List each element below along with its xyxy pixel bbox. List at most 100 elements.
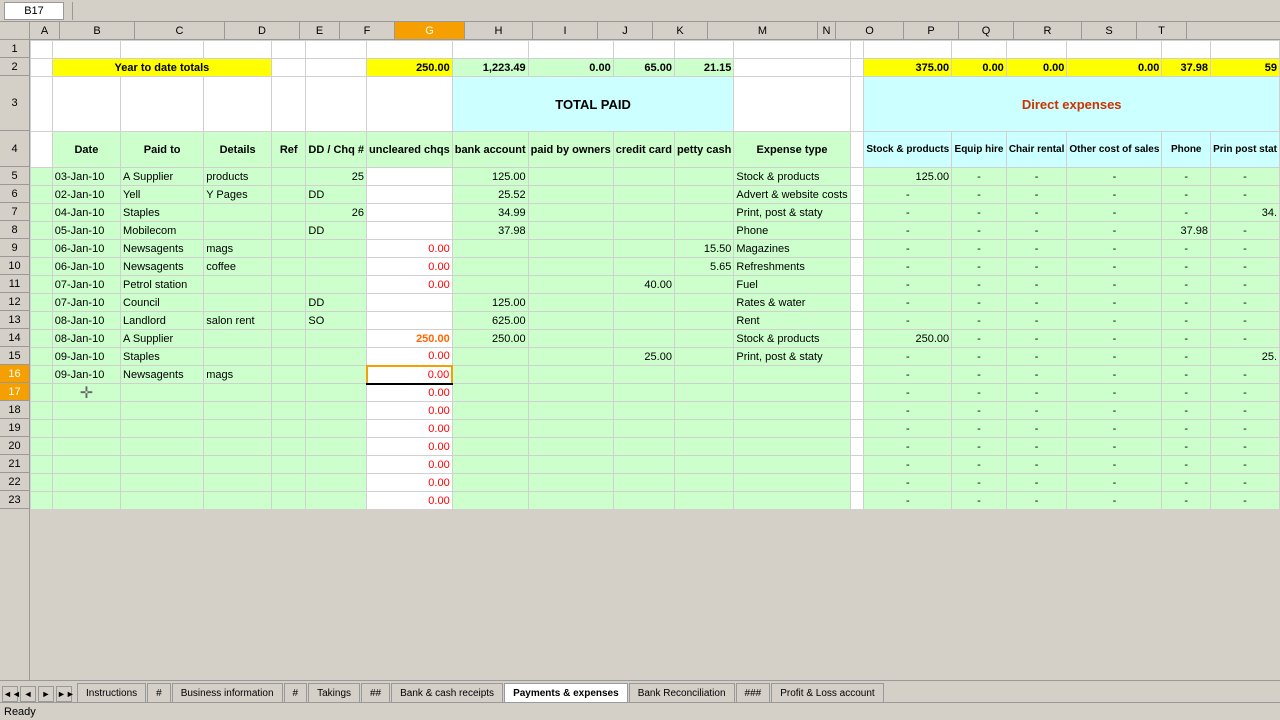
cell-h17[interactable] bbox=[452, 384, 528, 402]
cell-r18[interactable]: - bbox=[1067, 402, 1162, 420]
row-header-8[interactable]: 8 bbox=[0, 221, 29, 239]
col-header-r[interactable]: R bbox=[1014, 22, 1082, 39]
cell-g14[interactable]: 250.00 bbox=[367, 330, 453, 348]
col-header-b[interactable]: B bbox=[60, 22, 135, 39]
cell-c15[interactable]: Staples bbox=[121, 348, 204, 366]
cell-q20[interactable]: - bbox=[1006, 438, 1067, 456]
tab-next-arrow[interactable]: ► bbox=[38, 686, 54, 702]
cell-k7[interactable] bbox=[674, 204, 733, 222]
cell-j9[interactable] bbox=[613, 240, 674, 258]
cell-r1[interactable] bbox=[1067, 41, 1162, 59]
cell-s1[interactable] bbox=[1162, 41, 1211, 59]
cell-n21[interactable] bbox=[850, 456, 864, 474]
row-header-23[interactable]: 23 bbox=[0, 491, 29, 509]
cell-n5[interactable] bbox=[850, 168, 864, 186]
tab-bank-recon[interactable]: Bank Reconciliation bbox=[629, 683, 735, 702]
cell-f10[interactable] bbox=[306, 258, 367, 276]
cell-j20[interactable] bbox=[613, 438, 674, 456]
cell-b22[interactable] bbox=[52, 474, 120, 492]
cell-k16[interactable] bbox=[674, 366, 733, 384]
cell-k10[interactable]: 5.65 bbox=[674, 258, 733, 276]
cell-b3[interactable] bbox=[52, 77, 120, 132]
cell-h5[interactable]: 125.00 bbox=[452, 168, 528, 186]
col-header-m[interactable]: M bbox=[708, 22, 818, 39]
cell-a17[interactable] bbox=[31, 384, 53, 402]
row-header-16[interactable]: 16 bbox=[0, 365, 29, 383]
cell-p21[interactable]: - bbox=[952, 456, 1007, 474]
cell-o20[interactable]: - bbox=[864, 438, 952, 456]
tab-hash-1[interactable]: # bbox=[147, 683, 171, 702]
col-header-k[interactable]: K bbox=[653, 22, 708, 39]
cell-k14[interactable] bbox=[674, 330, 733, 348]
cell-q10[interactable]: - bbox=[1006, 258, 1067, 276]
cell-g9[interactable]: 0.00 bbox=[367, 240, 453, 258]
cell-o18[interactable]: - bbox=[864, 402, 952, 420]
cell-t15[interactable]: 25. bbox=[1211, 348, 1280, 366]
cell-r2[interactable]: 0.00 bbox=[1067, 59, 1162, 77]
cell-g19[interactable]: 0.00 bbox=[367, 420, 453, 438]
cell-r13[interactable]: - bbox=[1067, 312, 1162, 330]
cell-q17[interactable]: - bbox=[1006, 384, 1067, 402]
cell-g6[interactable] bbox=[367, 186, 453, 204]
cell-n11[interactable] bbox=[850, 276, 864, 294]
cell-f5[interactable]: 25 bbox=[306, 168, 367, 186]
cell-f19[interactable] bbox=[306, 420, 367, 438]
cell-f21[interactable] bbox=[306, 456, 367, 474]
cell-a9[interactable] bbox=[31, 240, 53, 258]
cell-j21[interactable] bbox=[613, 456, 674, 474]
cell-j11[interactable]: 40.00 bbox=[613, 276, 674, 294]
cell-g11[interactable]: 0.00 bbox=[367, 276, 453, 294]
cell-s23[interactable]: - bbox=[1162, 492, 1211, 510]
cell-b8[interactable]: 05-Jan-10 bbox=[52, 222, 120, 240]
cell-t6[interactable]: - bbox=[1211, 186, 1280, 204]
cell-m3[interactable] bbox=[734, 77, 850, 132]
cell-e13[interactable] bbox=[272, 312, 306, 330]
cell-o13[interactable]: - bbox=[864, 312, 952, 330]
cell-m20[interactable] bbox=[734, 438, 850, 456]
cell-h9[interactable] bbox=[452, 240, 528, 258]
cell-s14[interactable]: - bbox=[1162, 330, 1211, 348]
cell-a5[interactable] bbox=[31, 168, 53, 186]
cell-i7[interactable] bbox=[528, 204, 613, 222]
row-header-22[interactable]: 22 bbox=[0, 473, 29, 491]
cell-i16[interactable] bbox=[528, 366, 613, 384]
cell-t21[interactable]: - bbox=[1211, 456, 1280, 474]
cell-i14[interactable] bbox=[528, 330, 613, 348]
cell-k22[interactable] bbox=[674, 474, 733, 492]
cell-e7[interactable] bbox=[272, 204, 306, 222]
cell-k8[interactable] bbox=[674, 222, 733, 240]
cell-r20[interactable]: - bbox=[1067, 438, 1162, 456]
tab-prev-arrow[interactable]: ◄ bbox=[20, 686, 36, 702]
cell-b11[interactable]: 07-Jan-10 bbox=[52, 276, 120, 294]
cell-j17[interactable] bbox=[613, 384, 674, 402]
cell-q14[interactable]: - bbox=[1006, 330, 1067, 348]
row-header-9[interactable]: 9 bbox=[0, 239, 29, 257]
cell-p19[interactable]: - bbox=[952, 420, 1007, 438]
cell-p20[interactable]: - bbox=[952, 438, 1007, 456]
cell-h10[interactable] bbox=[452, 258, 528, 276]
cell-j22[interactable] bbox=[613, 474, 674, 492]
cell-s18[interactable]: - bbox=[1162, 402, 1211, 420]
row-header-21[interactable]: 21 bbox=[0, 455, 29, 473]
cell-d9[interactable]: mags bbox=[204, 240, 272, 258]
cell-h6[interactable]: 25.52 bbox=[452, 186, 528, 204]
cell-n18[interactable] bbox=[850, 402, 864, 420]
cell-q22[interactable]: - bbox=[1006, 474, 1067, 492]
cell-a1[interactable] bbox=[31, 41, 53, 59]
cell-b20[interactable] bbox=[52, 438, 120, 456]
cell-r16[interactable]: - bbox=[1067, 366, 1162, 384]
col-header-g[interactable]: G bbox=[395, 22, 465, 39]
row-header-18[interactable]: 18 bbox=[0, 401, 29, 419]
col-header-h[interactable]: H bbox=[465, 22, 533, 39]
cell-r12[interactable]: - bbox=[1067, 294, 1162, 312]
cell-i5[interactable] bbox=[528, 168, 613, 186]
cell-o17[interactable]: - bbox=[864, 384, 952, 402]
cell-h1[interactable] bbox=[452, 41, 528, 59]
cell-p8[interactable]: - bbox=[952, 222, 1007, 240]
row-header-4[interactable]: 4 bbox=[0, 131, 29, 167]
row-header-19[interactable]: 19 bbox=[0, 419, 29, 437]
cell-i13[interactable] bbox=[528, 312, 613, 330]
cell-e2[interactable] bbox=[272, 59, 306, 77]
cell-d3[interactable] bbox=[204, 77, 272, 132]
cell-k15[interactable] bbox=[674, 348, 733, 366]
